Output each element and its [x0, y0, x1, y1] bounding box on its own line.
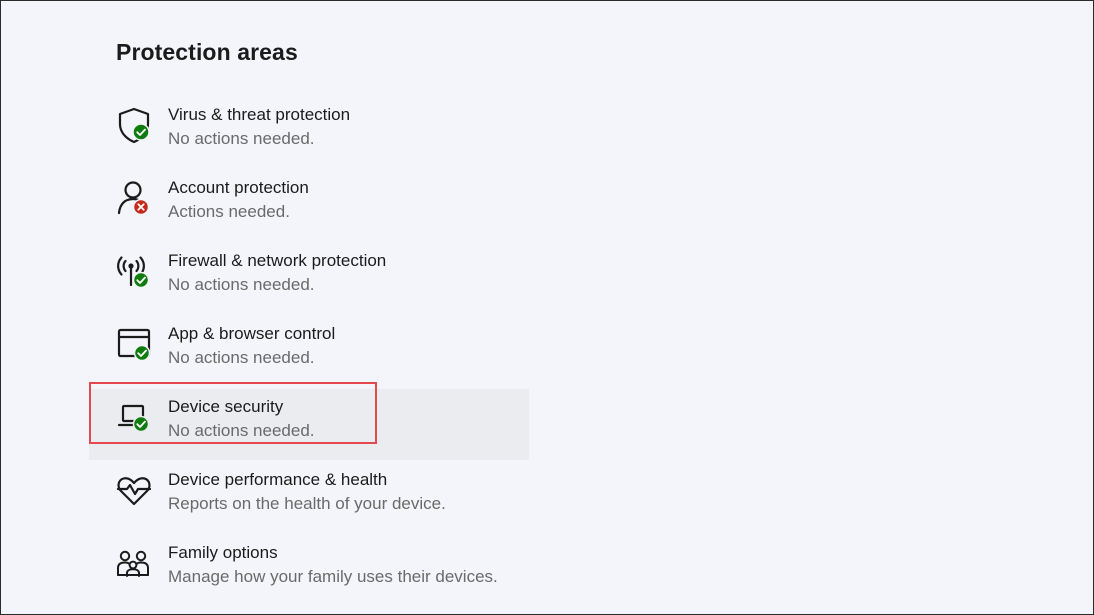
browser-window-icon [114, 324, 154, 364]
area-title: Device performance & health [168, 470, 388, 489]
family-icon [114, 543, 154, 583]
area-family-options[interactable]: Family options Manage how your family us… [1, 535, 601, 608]
area-app-browser-control[interactable]: App & browser control No actions needed. [1, 316, 601, 389]
area-title: Device security [168, 397, 284, 416]
antenna-icon [114, 251, 154, 291]
area-device-security[interactable]: Device security No actions needed. [1, 382, 601, 462]
section-title: Protection areas [116, 39, 298, 65]
area-status: No actions needed. [168, 348, 315, 367]
person-icon [114, 178, 154, 218]
area-account-protection[interactable]: Account protection Actions needed. [1, 170, 601, 243]
area-status: Reports on the health of your device. [168, 494, 446, 513]
area-status: No actions needed. [168, 275, 315, 294]
shield-icon [114, 105, 154, 145]
area-status: Manage how your family uses their device… [168, 567, 498, 586]
protection-areas-list: Virus & threat protection No actions nee… [1, 97, 601, 608]
area-title: Account protection [168, 178, 309, 197]
heart-pulse-icon [114, 470, 154, 510]
area-title: Virus & threat protection [168, 105, 351, 124]
area-title: Family options [168, 543, 278, 562]
area-device-performance-health[interactable]: Device performance & health Reports on t… [1, 462, 601, 535]
security-app-window: Protection areas Virus & threat protecti… [0, 0, 1094, 615]
area-status: No actions needed. [168, 421, 315, 440]
area-status: No actions needed. [168, 129, 315, 148]
area-title: Firewall & network protection [168, 251, 387, 270]
area-firewall-network-protection[interactable]: Firewall & network protection No actions… [1, 243, 601, 316]
area-title: App & browser control [168, 324, 336, 343]
area-virus-threat-protection[interactable]: Virus & threat protection No actions nee… [1, 97, 601, 170]
laptop-icon [114, 397, 154, 437]
area-status: Actions needed. [168, 202, 290, 221]
